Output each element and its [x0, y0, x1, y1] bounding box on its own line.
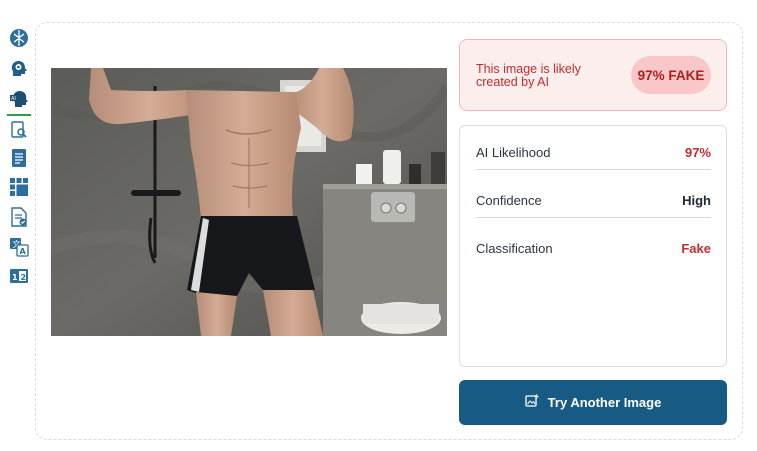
- stat-row-ai-likelihood: AI Likelihood 97%: [476, 142, 711, 162]
- head-gear-icon[interactable]: [9, 58, 29, 78]
- brain-icon[interactable]: [9, 28, 29, 48]
- svg-text:1: 1: [12, 273, 18, 282]
- analysis-stats-panel: AI Likelihood 97% Confidence High Classi…: [459, 125, 727, 367]
- compare-icon[interactable]: 12: [9, 266, 29, 286]
- image-upload-icon: [525, 394, 539, 411]
- image-grid-icon[interactable]: [9, 177, 29, 197]
- stat-row-confidence: Confidence High: [476, 190, 711, 210]
- stat-value: Fake: [681, 240, 711, 256]
- stat-value: 97%: [684, 144, 711, 160]
- verdict-banner: This image is likely created by AI 97% F…: [459, 39, 727, 111]
- verdict-text: This image is likely created by AI: [476, 62, 581, 89]
- stat-row-classification: Classification Fake: [476, 238, 711, 258]
- stat-label: AI Likelihood: [476, 144, 551, 160]
- verdict-badge: 97% FAKE: [631, 56, 711, 94]
- svg-text:AI: AI: [11, 96, 16, 102]
- translate-icon[interactable]: 文A: [9, 237, 29, 257]
- svg-text:2: 2: [21, 273, 27, 282]
- try-another-label: Try Another Image: [547, 395, 662, 410]
- uploaded-photo: [51, 68, 447, 336]
- divider: [476, 217, 711, 218]
- document-search-icon[interactable]: [9, 120, 29, 140]
- active-indicator: [7, 114, 31, 116]
- divider: [476, 169, 711, 170]
- stat-value: High: [682, 192, 711, 208]
- stat-label: Confidence: [476, 192, 542, 208]
- stat-label: Classification: [476, 240, 553, 256]
- document-list-icon[interactable]: [9, 148, 29, 168]
- svg-text:A: A: [20, 247, 27, 256]
- document-check-icon[interactable]: [9, 207, 29, 227]
- try-another-image-button[interactable]: Try Another Image: [459, 380, 727, 425]
- ai-head-icon[interactable]: AI: [9, 88, 29, 108]
